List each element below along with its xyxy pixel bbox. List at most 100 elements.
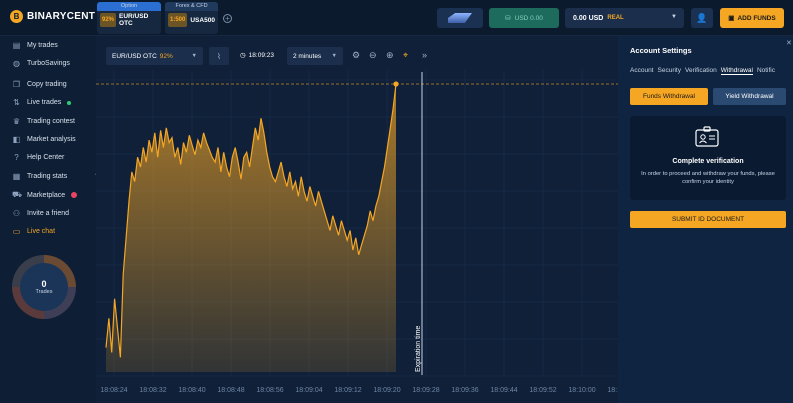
add-asset-icon[interactable]: + <box>223 14 232 23</box>
sidebar-item-label: Live chat <box>27 228 56 235</box>
demo-balance-value: USD 0.00 <box>514 14 543 22</box>
account-level-button[interactable] <box>437 8 483 28</box>
verification-text: In order to proceed and withdraw your fu… <box>641 171 775 185</box>
sidebar <box>0 36 96 403</box>
logo-icon: B <box>10 10 23 23</box>
help-icon: ? <box>14 153 19 162</box>
trades-label: Trades <box>35 289 53 295</box>
sidebar-item-turbosavings[interactable]: ◍ TurboSavings <box>12 59 70 68</box>
asset-tab-forex[interactable]: Forex & CFD 1:500 USA500 <box>165 2 218 34</box>
tab-withdrawal[interactable]: Withdrawal <box>720 67 753 75</box>
sidebar-item-marketplace[interactable]: ⛟ Marketplace <box>12 190 78 200</box>
sidebar-item-invite-friend[interactable]: ⚇ Invite a friend <box>12 209 69 218</box>
balance-type: REAL <box>607 15 624 21</box>
user-profile-button[interactable]: 👤 <box>691 8 713 28</box>
server-time-value: 18:09:23 <box>248 51 274 59</box>
add-funds-button[interactable]: ▣ ADD FUNDS <box>720 8 784 28</box>
x-tick-label: 18:08:24 <box>100 387 127 394</box>
sidebar-item-label: Copy trading <box>27 81 67 88</box>
x-tick-label: 18:08:48 <box>217 387 244 394</box>
sidebar-item-label: Trading contest <box>27 118 75 125</box>
asset-tab-leverage: 1:500 <box>168 13 188 27</box>
trades-donut-center: 0 Trades <box>20 263 68 311</box>
balance-amount: 0.00 USD <box>573 14 604 22</box>
add-funds-label: ADD FUNDS <box>737 14 776 22</box>
x-tick-label: 18:10:08 <box>607 387 618 394</box>
logo[interactable]: B BINARYCENT <box>10 10 95 23</box>
diamond-icon <box>448 13 472 23</box>
x-tick-label: 18:09:28 <box>412 387 439 394</box>
chevron-down-icon: ▼ <box>191 53 197 59</box>
sidebar-item-my-trades[interactable]: ▤ My trades <box>12 41 58 50</box>
sidebar-item-live-trades[interactable]: ⇅ Live trades <box>12 98 72 107</box>
sidebar-item-copy-trading[interactable]: ❐ Copy trading <box>12 80 67 89</box>
tab-notifications[interactable]: Notific <box>757 67 775 75</box>
trades-donut: 0 Trades <box>12 255 76 319</box>
stats-icon: ▦ <box>12 172 21 181</box>
verification-title: Complete verification <box>672 158 744 165</box>
sidebar-item-label: Invite a friend <box>27 210 70 217</box>
x-tick-label: 18:08:40 <box>178 387 205 394</box>
dollar-icon: ⛁ <box>505 15 511 22</box>
funds-withdrawal-button[interactable]: Funds Withdrawal <box>630 88 708 105</box>
arrows-icon: ⇅ <box>13 98 20 107</box>
tab-security[interactable]: Security <box>658 67 681 75</box>
x-tick-label: 18:09:52 <box>529 387 556 394</box>
close-icon[interactable]: ✕ <box>786 39 792 47</box>
zoom-out-icon[interactable]: ⊖ <box>369 50 377 61</box>
analysis-icon: ◧ <box>12 135 21 144</box>
clipboard-icon: ▤ <box>12 41 21 50</box>
settings-icon[interactable]: ⚙ <box>352 50 360 61</box>
expiration-label: Expiration time <box>415 326 422 372</box>
chart-type-button[interactable]: ⌇ <box>209 47 229 65</box>
sidebar-item-label: TurboSavings <box>27 60 70 67</box>
sidebar-item-live-chat[interactable]: ▭ Live chat <box>12 227 55 236</box>
user-icon: 👤 <box>696 12 708 23</box>
price-chart[interactable]: 18:08:24 18:08:32 18:08:40 18:08:48 18:08:56… <box>96 70 618 403</box>
top-bar: B BINARYCENT Option 92% EUR/USD OTC Fore… <box>0 0 793 36</box>
x-tick-label: 18:09:04 <box>295 387 322 394</box>
sidebar-item-market-analysis[interactable]: ◧ Market analysis <box>12 135 76 144</box>
chat-icon: ▭ <box>12 227 21 236</box>
crosshair-icon[interactable]: ⌖ <box>403 50 408 61</box>
line-chart-icon: ⌇ <box>217 51 221 61</box>
id-card-icon <box>695 126 719 147</box>
live-indicator <box>67 100 72 105</box>
clock-icon: ◷ <box>240 52 246 59</box>
notification-badge <box>71 192 78 198</box>
demo-balance-button[interactable]: ⛁ USD 0.00 <box>489 8 559 28</box>
asset-tab-option[interactable]: Option 92% EUR/USD OTC <box>97 2 161 34</box>
tab-account[interactable]: Account <box>630 67 654 75</box>
chevron-down-icon: ▼ <box>671 14 677 20</box>
asset-tab-category: Option <box>97 2 161 11</box>
panel-title: Account Settings <box>630 46 692 55</box>
sidebar-item-label: Live trades <box>27 99 62 106</box>
copy-icon: ❐ <box>12 80 21 89</box>
asset-tab-category: Forex & CFD <box>165 2 218 11</box>
sidebar-item-help-center[interactable]: ? Help Center <box>12 153 64 162</box>
sidebar-item-label: My trades <box>27 42 58 49</box>
balance-select[interactable]: 0.00 USD REAL ▼ <box>565 8 684 28</box>
forward-icon[interactable]: » <box>422 50 427 60</box>
yield-withdrawal-button[interactable]: Yield Withdrawal <box>713 88 786 105</box>
logo-text: BINARYCENT <box>27 11 96 22</box>
x-tick-label: 18:10:00 <box>568 387 595 394</box>
sidebar-item-trading-stats[interactable]: ▦ Trading stats <box>12 172 67 181</box>
x-tick-label: 18:08:56 <box>256 387 283 394</box>
asset-tab-name: USA500 <box>190 16 215 24</box>
users-icon: ⚇ <box>12 209 21 218</box>
submit-id-document-button[interactable]: SUBMIT ID DOCUMENT <box>630 211 786 228</box>
chevron-down-icon: ▼ <box>331 53 337 59</box>
sidebar-item-label: Marketplace <box>27 191 66 199</box>
zoom-in-icon[interactable]: ⊕ <box>386 50 394 61</box>
tab-verification[interactable]: Verification <box>685 67 717 75</box>
chart-asset-select[interactable]: EUR/USD OTC 92% ▼ <box>106 47 203 65</box>
x-tick-label: 18:09:36 <box>451 387 478 394</box>
sidebar-item-label: Help Center <box>27 154 65 161</box>
x-tick-label: 18:08:32 <box>139 387 166 394</box>
interval-select[interactable]: 2 minutes ▼ <box>287 47 343 65</box>
sidebar-item-trading-contest[interactable]: ♛ Trading contest <box>12 117 75 126</box>
cart-icon: ⛟ <box>12 190 23 199</box>
sidebar-item-label: Trading stats <box>27 173 68 180</box>
x-tick-label: 18:09:20 <box>373 387 400 394</box>
